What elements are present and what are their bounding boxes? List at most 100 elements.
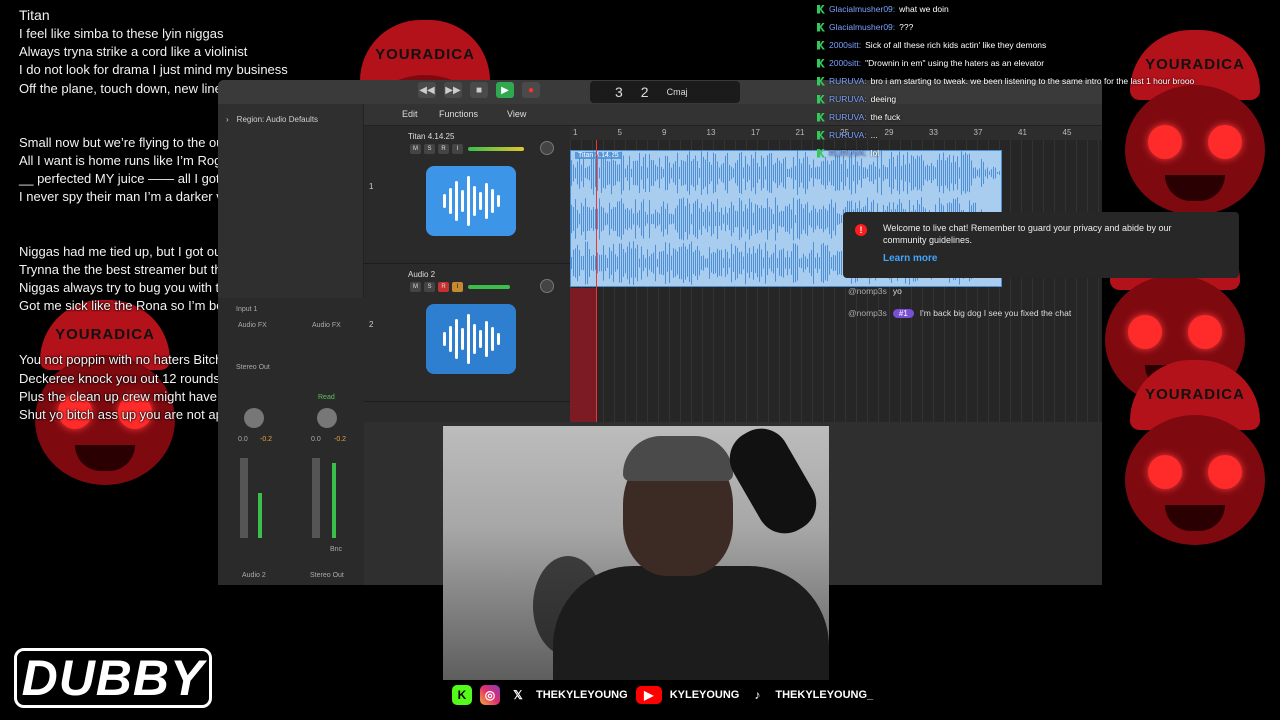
notice-text: Welcome to live chat! Remember to guard … <box>883 223 1172 245</box>
microphone <box>719 426 827 544</box>
track-buttons: M S R I <box>410 144 463 154</box>
stream-overlay: YOURADICAYOURADICAYOURADICAYOURADICAYOUR… <box>0 0 1280 720</box>
playhead[interactable] <box>596 140 597 422</box>
chat-message: RURUVA: bro i am starting to tweak. we be… <box>816 72 1280 90</box>
chat-username[interactable]: 2000sitt: <box>829 36 861 54</box>
view-menu[interactable]: View <box>507 109 526 119</box>
yt-chat-message: @nomp3s #1 I'm back big dog I see you fi… <box>848 308 1071 318</box>
record-enable-button[interactable]: R <box>438 144 449 154</box>
audio-fx-slot[interactable]: Audio FX <box>312 322 341 329</box>
solo-button[interactable]: S <box>424 282 435 292</box>
chat-username[interactable]: RURUVA: <box>829 144 867 162</box>
learn-more-link[interactable]: Learn more <box>883 253 937 264</box>
level-meter <box>258 493 262 538</box>
ruler-bar-number: 17 <box>751 128 760 137</box>
streamer-body <box>553 566 829 680</box>
input-monitor-button[interactable]: I <box>452 144 463 154</box>
dubby-logo: DUBBY <box>14 648 212 708</box>
ruler-bar-number: 9 <box>662 128 667 137</box>
live-chat-notice: ! Welcome to live chat! Remember to guar… <box>843 212 1239 278</box>
social-links: K ◎ 𝕏 THEKYLEYOUNG ▶ KYLEYOUNG ♪ THEKYLE… <box>452 684 873 706</box>
input-monitor-button[interactable]: I <box>452 282 463 292</box>
pan-value: 0.0 <box>238 436 248 443</box>
track-number: 1 <box>369 182 374 191</box>
audio-track-icon <box>426 166 516 236</box>
arrange-area[interactable]: Titan 4.14.25 <box>570 140 1102 422</box>
webcam-feed <box>443 426 829 680</box>
tiktok-handle: THEKYLEYOUNG_ <box>775 689 874 701</box>
bounce-button[interactable]: Bnc <box>330 546 342 553</box>
input-slot[interactable]: Input 1 <box>236 306 257 313</box>
track-name[interactable]: Titan 4.14.25 <box>408 132 454 141</box>
track-number: 2 <box>369 320 374 329</box>
mascot-face: YOURADICA <box>1110 360 1280 550</box>
lyric-line: I do not look for drama I just mind my b… <box>19 62 288 78</box>
chat-username[interactable]: Glacialmusher09: <box>829 0 895 18</box>
chat-username[interactable]: Glacialmusher09: <box>829 18 895 36</box>
pan-knob[interactable] <box>317 408 337 428</box>
mute-button[interactable]: M <box>410 144 421 154</box>
track-headers: 1 Titan 4.14.25 M S R I 2 Audio 2 M S R … <box>364 126 570 422</box>
kick-badge-icon <box>817 76 825 86</box>
alert-icon: ! <box>855 224 867 236</box>
kick-badge-icon <box>817 40 825 50</box>
kick-badge-icon <box>817 130 825 140</box>
pan-knob[interactable] <box>540 141 554 155</box>
kick-badge-icon <box>817 112 825 122</box>
automation-mode[interactable]: Read <box>318 394 335 401</box>
mute-button[interactable]: M <box>410 282 421 292</box>
x-icon: 𝕏 <box>513 688 523 702</box>
chat-message: RURUVA: lol <box>816 144 1280 162</box>
edit-menu[interactable]: Edit <box>402 109 418 119</box>
chat-text: yo <box>892 286 902 296</box>
kick-badge-icon <box>817 4 825 14</box>
chat-username: @nomp3s <box>848 286 887 296</box>
chat-text: lol <box>870 148 880 158</box>
chat-username[interactable]: RURUVA: <box>829 72 867 90</box>
region-inspector-header[interactable]: › Region: Audio Defaults <box>218 110 364 128</box>
peak-value: -0.2 <box>334 436 347 443</box>
twitch-chat: Glacialmusher09: what we doin Glacialmushe… <box>816 0 1280 160</box>
forward-button[interactable]: ▶▶ <box>444 82 462 98</box>
x-handle: THEKYLEYOUNG <box>536 689 628 701</box>
chat-text: what we doin <box>899 4 949 14</box>
audio-fx-slot[interactable]: Audio FX <box>238 322 267 329</box>
record-enable-button[interactable]: R <box>438 282 449 292</box>
play-button[interactable]: ▶ <box>496 82 514 98</box>
chat-message: Glacialmusher09: what we doin <box>816 0 1280 18</box>
channel-fader[interactable] <box>312 458 320 538</box>
channel-fader[interactable] <box>240 458 248 538</box>
output-slot[interactable]: Stereo Out <box>236 364 270 371</box>
volume-slider[interactable] <box>468 147 524 151</box>
rewind-button[interactable]: ◀◀ <box>418 82 436 98</box>
chat-text: deeing <box>870 94 897 104</box>
track-name[interactable]: Audio 2 <box>408 270 435 279</box>
track-header-1[interactable]: 1 Titan 4.14.25 M S R I <box>364 126 570 264</box>
youtube-handle: KYLEYOUNG <box>669 689 740 701</box>
chat-username[interactable]: RURUVA: <box>829 90 867 108</box>
functions-menu[interactable]: Functions <box>439 109 478 119</box>
solo-button[interactable]: S <box>424 144 435 154</box>
ruler-bar-number: 21 <box>795 128 805 137</box>
kick-icon: K <box>452 685 472 705</box>
youtube-icon: ▶ <box>635 686 662 704</box>
lcd-bar: 3 <box>615 84 623 100</box>
instagram-icon: ◎ <box>480 685 500 705</box>
chat-message: RURUVA: deeing <box>816 90 1280 108</box>
kick-badge-icon <box>817 148 825 158</box>
pan-knob[interactable] <box>540 279 554 293</box>
lcd-beat: 2 <box>640 84 649 100</box>
track-header-2[interactable]: 2 Audio 2 M S R I <box>364 264 570 402</box>
chat-username[interactable]: RURUVA: <box>829 126 867 144</box>
kick-badge-icon <box>817 22 825 32</box>
lcd-display: 3 2 Cmaj <box>590 81 740 103</box>
chat-username[interactable]: RURUVA: <box>829 108 867 126</box>
chat-message: RURUVA: the fuck <box>816 108 1280 126</box>
chat-username[interactable]: 2000sitt: <box>829 54 861 72</box>
record-button[interactable]: ● <box>522 82 540 98</box>
pan-knob[interactable] <box>244 408 264 428</box>
stop-button[interactable]: ■ <box>470 82 488 98</box>
region-label: Region: Audio Defaults <box>236 114 319 124</box>
volume-slider[interactable] <box>468 285 510 289</box>
recording-region <box>570 288 596 422</box>
